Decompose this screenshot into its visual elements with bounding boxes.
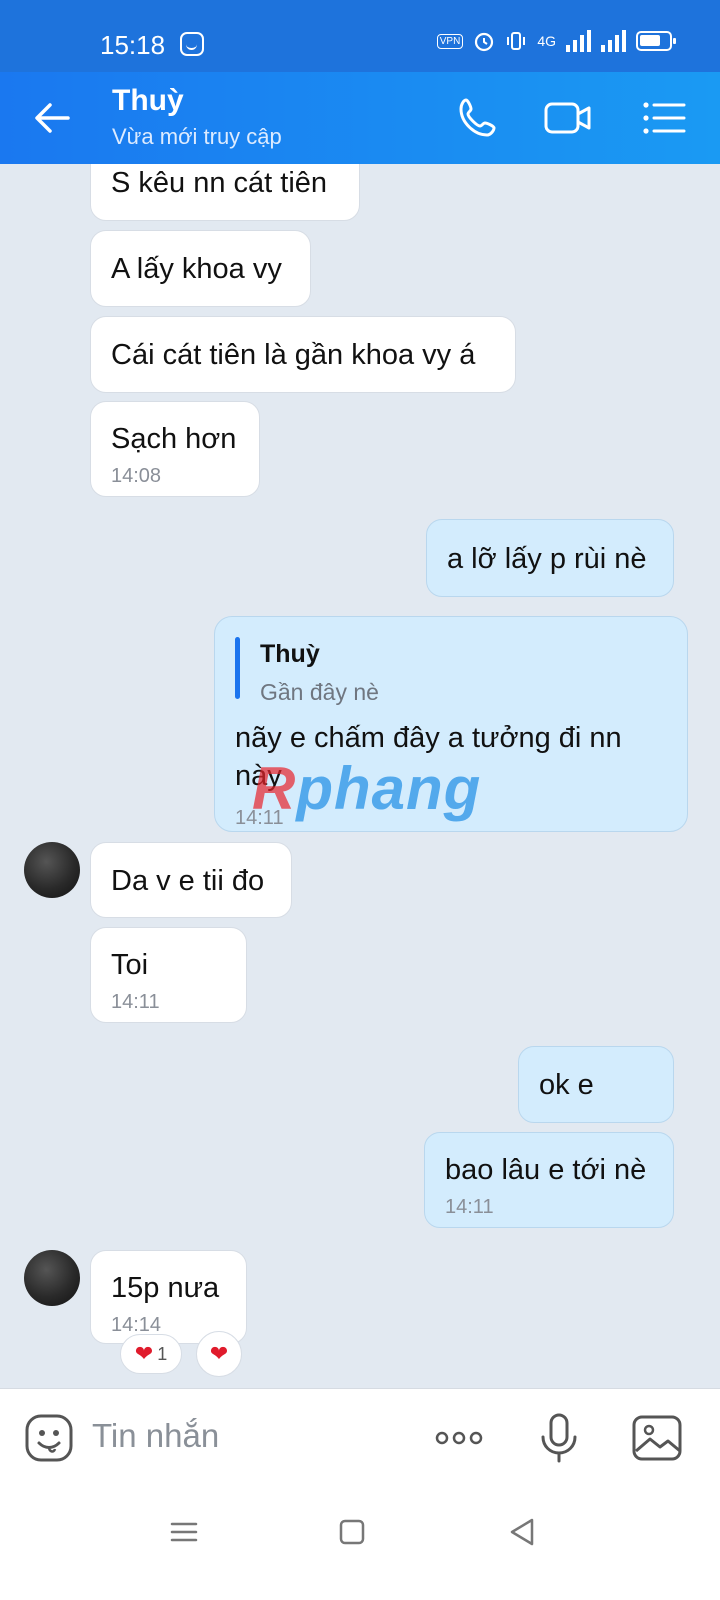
message-bubble[interactable]: ok e [518,1046,674,1123]
message-text: ok e [539,1069,594,1101]
message-text: Cái cát tiên là gần khoa vy á [111,339,476,371]
back-nav-icon[interactable] [502,1512,542,1552]
message-bubble[interactable]: Toi 14:11 [90,927,247,1023]
phone-call-icon[interactable] [454,94,502,142]
vpn-icon: VPN [436,33,464,49]
home-icon[interactable] [332,1512,372,1552]
vibrate-icon [507,32,526,50]
signal-icon [566,30,591,52]
quoted-sender: Thuỳ [260,640,320,668]
message-bubble[interactable]: S kêu nn cát tiên [90,164,360,221]
message-bubble[interactable]: Cái cát tiên là gần khoa vy á [90,316,516,393]
system-icons: VPN 4G [436,30,676,52]
message-text: A lấy khoa vy [111,253,282,285]
message-time: 14:11 [445,1196,494,1218]
recent-apps-icon[interactable] [164,1512,204,1552]
message-text: a lỡ lấy p rùi nè [447,543,647,575]
message-time: 14:11 [111,991,160,1013]
message-bubble[interactable]: A lấy khoa vy [90,230,311,307]
image-gallery-icon[interactable] [630,1411,684,1465]
heart-icon: ❤ [134,1341,154,1366]
status-time: 15:18 [100,30,166,60]
message-text: Toi [111,949,149,981]
status-bar: 15:18 VPN 4G [0,0,720,72]
message-composer: Tin nhắn [0,1388,720,1488]
face-notification-icon [180,32,204,56]
message-text: Da v e tii đo [111,865,265,897]
sticker-icon[interactable] [22,1411,76,1465]
alarm-icon [475,32,494,52]
avatar[interactable] [24,842,80,898]
reaction-count: 1 [157,1343,168,1364]
video-call-icon[interactable] [544,94,592,142]
microphone-icon[interactable] [532,1411,586,1465]
message-bubble[interactable]: 15p nưa 14:14 [90,1250,247,1344]
menu-list-icon[interactable] [640,94,688,142]
contact-name[interactable]: Thuỳ [112,84,184,118]
message-text: 15p nưa [111,1272,220,1304]
watermark-logo: Rphang [252,755,482,822]
message-text: bao lâu e tới nè [445,1154,647,1186]
message-text: Sạch hơn [111,423,237,455]
message-bubble[interactable]: Da v e tii đo [90,842,292,918]
message-bubble[interactable]: Sạch hơn 14:08 [90,401,260,497]
system-navigation-bar [0,1488,720,1600]
message-bubble[interactable]: a lỡ lấy p rùi nè [426,519,674,597]
reaction-summary[interactable]: ❤ 1 [120,1334,182,1374]
react-heart-button[interactable]: ❤ [196,1331,242,1377]
message-input[interactable]: Tin nhắn [92,1417,219,1455]
quote-bar [235,637,240,699]
message-time: 14:08 [111,465,162,487]
message-bubble[interactable]: bao lâu e tới nè 14:11 [424,1132,674,1228]
avatar[interactable] [24,1250,80,1306]
quoted-text: Gần đây nè [260,679,379,705]
more-options-icon[interactable] [432,1411,486,1465]
battery-icon [636,31,676,51]
contact-status: Vừa mới truy cập [112,124,282,149]
network-type: 4G [537,33,556,49]
chat-messages[interactable]: S kêu nn cát tiên A lấy khoa vy Cái cát … [0,164,720,1404]
heart-icon: ❤ [209,1341,229,1366]
signal-icon [601,30,626,52]
back-arrow-icon[interactable] [28,94,76,142]
message-text: S kêu nn cát tiên [111,167,328,199]
chat-header: Thuỳ Vừa mới truy cập [0,72,720,164]
